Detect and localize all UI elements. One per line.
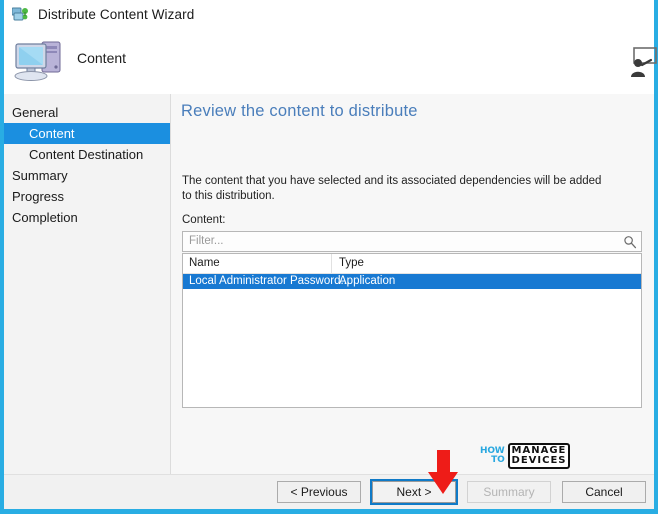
- title-bar: Distribute Content Wizard: [4, 0, 654, 28]
- table-row[interactable]: Local Administrator Password... Applicat…: [183, 274, 641, 289]
- sidebar-item-progress[interactable]: Progress: [4, 186, 170, 207]
- footer-button-row: < Previous Next > Summary Cancel: [277, 479, 646, 505]
- content-heading: Review the content to distribute: [181, 102, 418, 120]
- wizard-body: General Content Content Destination Summ…: [4, 94, 654, 474]
- red-down-arrow-annotation: [428, 450, 458, 494]
- sidebar-item-summary[interactable]: Summary: [4, 165, 170, 186]
- watermark-box: MANAGE DEVICES: [507, 443, 571, 469]
- sidebar-nav: General Content Content Destination Summ…: [4, 102, 170, 228]
- sidebar-item-label: Completion: [12, 210, 78, 225]
- content-list-label: Content:: [182, 214, 226, 226]
- sidebar-item-label: Content: [29, 126, 75, 141]
- sidebar-item-label: Summary: [12, 168, 68, 183]
- howtomanagedevices-watermark: HOW TO MANAGE DEVICES: [480, 442, 575, 470]
- table-header-row: Name Type: [183, 254, 641, 274]
- sidebar-item-label: Content Destination: [29, 147, 144, 162]
- window-title: Distribute Content Wizard: [38, 6, 195, 22]
- content-list[interactable]: Name Type Local Administrator Password..…: [182, 253, 642, 469]
- computer-icon: [12, 34, 68, 86]
- previous-button[interactable]: < Previous: [277, 481, 361, 503]
- wizard-footer: < Previous Next > Summary Cancel: [4, 474, 654, 509]
- content-description: The content that you have selected and i…: [182, 175, 602, 202]
- distribute-content-icon: [11, 6, 30, 22]
- sidebar-item-label: General: [12, 105, 59, 120]
- sidebar-item-content-destination[interactable]: Content Destination: [4, 144, 170, 165]
- distribute-content-wizard-window: Distribute Content Wizard Content Genera…: [0, 0, 658, 514]
- column-divider: [331, 254, 332, 273]
- filter-input[interactable]: Filter...: [182, 231, 642, 252]
- summary-button: Summary: [467, 481, 551, 503]
- wizard-sidebar: General Content Content Destination Summ…: [4, 94, 171, 474]
- sidebar-item-completion[interactable]: Completion: [4, 207, 170, 228]
- wizard-content-pane: Review the content to distribute The con…: [171, 94, 654, 474]
- cell-name: Local Administrator Password...: [189, 275, 351, 287]
- page-title: Content: [77, 50, 127, 66]
- watermark-devices: DEVICES: [511, 455, 567, 466]
- arrow-head: [428, 472, 458, 494]
- sidebar-item-label: Progress: [12, 189, 65, 204]
- column-header-name[interactable]: Name: [189, 257, 220, 269]
- wizard-header: Content: [4, 28, 657, 94]
- cancel-button[interactable]: Cancel: [562, 481, 646, 503]
- arrow-stem: [437, 450, 450, 474]
- column-header-type[interactable]: Type: [339, 257, 364, 269]
- watermark-to: TO: [491, 455, 505, 465]
- filter-placeholder: Filter...: [189, 235, 224, 247]
- cell-type: Application: [339, 275, 396, 287]
- search-icon[interactable]: [623, 235, 637, 249]
- watermark-how-to: HOW TO: [480, 447, 505, 465]
- sidebar-item-general[interactable]: General: [4, 102, 170, 123]
- sidebar-item-content[interactable]: Content: [4, 123, 170, 144]
- presenter-help-icon[interactable]: [620, 46, 658, 80]
